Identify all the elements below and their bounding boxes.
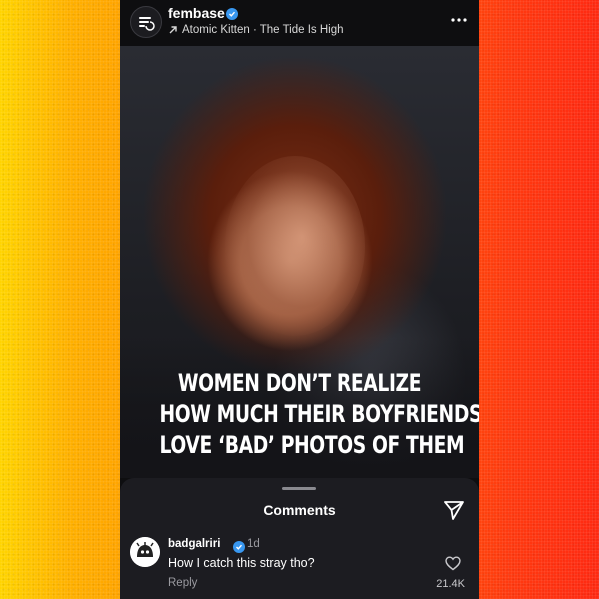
comment-text: How I catch this stray tho? [168,556,315,570]
verified-badge-icon [233,541,245,553]
reply-button[interactable]: Reply [168,577,197,589]
account-name[interactable]: fembase [168,5,225,21]
send-icon[interactable] [443,499,465,526]
fembase-logo-icon [139,17,155,31]
sheet-drag-handle[interactable] [282,487,316,490]
comment-age: 1d [247,538,260,550]
headline-line: HOW MUCH THEIR BOYFRIENDS [159,400,479,428]
account-avatar[interactable] [130,6,162,38]
commenter-avatar[interactable] [130,537,160,567]
music-label: Atomic Kitten · The Tide Is High [182,24,344,36]
photo-subject [225,156,365,336]
comments-title: Comments [263,502,336,518]
verified-badge-icon [226,8,238,20]
like-count: 21.4K [436,578,465,590]
music-attribution[interactable]: Atomic Kitten · The Tide Is High [168,24,344,36]
heart-outline-icon[interactable] [445,556,461,576]
headline-line: WOMEN DON’T REALIZE [177,369,422,397]
more-horizontal-icon[interactable] [451,12,467,23]
headline-line: LOVE ‘BAD’ PHOTOS OF THEM [159,431,465,459]
post-headline: WOMEN DON’T REALIZE HOW MUCH THEIR BOYFR… [159,368,479,461]
post-header: fembase Atomic Kitten · The Tide Is High [120,0,479,46]
commenter-username[interactable]: badgalriri [168,538,220,550]
instagram-post-screenshot: fembase Atomic Kitten · The Tide Is High… [120,0,479,599]
arrow-up-right-icon [169,26,177,34]
comments-sheet: Comments badgalriri 1d How I catch this … [120,478,479,599]
